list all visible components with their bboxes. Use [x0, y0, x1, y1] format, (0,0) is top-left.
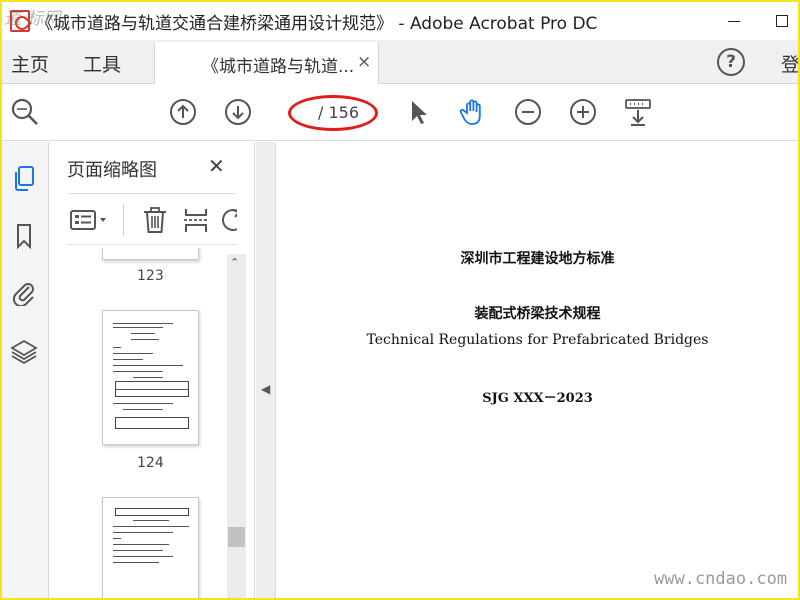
- scroll-up-icon[interactable]: ⌃: [230, 256, 239, 269]
- zoom-in-icon[interactable]: [568, 97, 598, 127]
- search-zoom-icon[interactable]: [10, 97, 40, 127]
- close-tab-icon[interactable]: ×: [357, 52, 371, 72]
- page-thumbnails-panel: 页面缩略图 ✕ 123 124 ⌃: [50, 142, 255, 598]
- scroll-mode-icon[interactable]: [623, 97, 653, 127]
- thumbnail-label: 124: [137, 455, 164, 471]
- toolbar-divider: [123, 204, 124, 236]
- toolbar: / 156: [2, 85, 798, 141]
- document-title-en: Technical Regulations for Prefabricated …: [366, 332, 709, 348]
- page-thumbnails-icon[interactable]: [10, 164, 38, 192]
- scroll-thumb[interactable]: [228, 527, 245, 547]
- close-panel-icon[interactable]: ✕: [208, 154, 225, 178]
- panel-splitter[interactable]: ◀: [256, 142, 276, 598]
- help-icon[interactable]: ?: [717, 48, 745, 76]
- layers-icon[interactable]: [10, 338, 38, 366]
- attachment-icon[interactable]: [10, 278, 38, 306]
- next-page-icon[interactable]: [223, 97, 253, 127]
- thumbnail-scrollbar[interactable]: ⌃: [227, 254, 246, 598]
- select-cursor-icon[interactable]: [403, 97, 433, 127]
- menu-bar: 主页 工具 《城市道路与轨道... × ? 登: [2, 40, 800, 84]
- document-code: SJG XXX－2023: [482, 391, 593, 406]
- window-controls: [728, 2, 788, 40]
- zoom-out-icon[interactable]: [513, 97, 543, 127]
- prev-page-icon[interactable]: [168, 97, 198, 127]
- site-watermark: www.cndao.com: [654, 569, 788, 589]
- home-menu[interactable]: 主页: [11, 50, 49, 77]
- panel-title: 页面缩略图: [67, 160, 157, 181]
- maximize-button[interactable]: [776, 15, 788, 27]
- thumbnail-page-125[interactable]: [102, 497, 199, 598]
- tools-menu[interactable]: 工具: [83, 50, 121, 77]
- options-menu-icon[interactable]: [69, 206, 109, 234]
- panel-toolbar: [67, 193, 237, 245]
- document-title-cn: 装配式桥梁技术规程: [474, 306, 601, 322]
- document-tab-label: 《城市道路与轨道...: [202, 57, 355, 77]
- document-tab[interactable]: 《城市道路与轨道... ×: [154, 42, 379, 84]
- thumbnail-list: 123 124: [67, 248, 225, 598]
- standard-category: 深圳市工程建设地方标准: [460, 251, 615, 267]
- document-page: 深圳市工程建设地方标准 装配式桥梁技术规程 Technical Regulati…: [277, 142, 798, 598]
- window-title: 《城市道路与轨道交通合建桥梁通用设计规范》 - Adobe Acrobat Pr…: [36, 13, 598, 34]
- bookmark-icon[interactable]: [10, 222, 38, 250]
- extract-pages-icon[interactable]: [182, 206, 210, 234]
- minimize-button[interactable]: [728, 14, 742, 28]
- delete-page-icon[interactable]: [141, 206, 169, 234]
- thumbnail-page-123[interactable]: [102, 248, 199, 260]
- collapse-panel-icon[interactable]: ◀: [261, 382, 270, 396]
- sign-in-button[interactable]: 登: [781, 50, 800, 77]
- hand-tool-icon[interactable]: [458, 97, 488, 127]
- title-bar: 《城市道路与轨道交通合建桥梁通用设计规范》 - Adobe Acrobat Pr…: [2, 2, 798, 40]
- rotate-page-icon[interactable]: [219, 206, 237, 234]
- thumbnail-page-124[interactable]: [102, 310, 199, 445]
- thumbnail-label: 123: [137, 268, 164, 284]
- red-annotation-ellipse: [288, 95, 378, 131]
- corner-watermark: 道 标网: [4, 9, 61, 29]
- left-navigation-rail: [2, 142, 49, 598]
